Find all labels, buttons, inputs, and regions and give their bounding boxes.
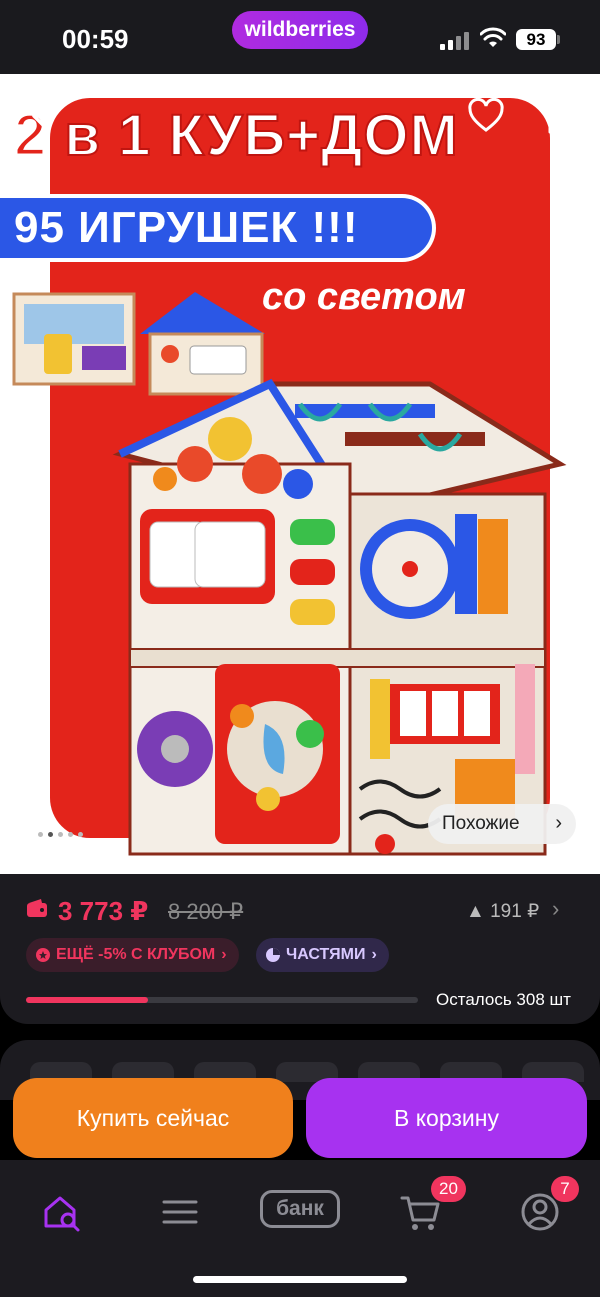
gallery-dot <box>78 832 83 837</box>
status-bar: 00:59 wildberries 93 <box>0 0 600 74</box>
chevron-right-icon: › <box>555 812 562 834</box>
product-image-gallery[interactable]: 2 в 1 КУБ+ДОМ 95 ИГРУШЕК !!! со светом П… <box>0 74 600 874</box>
club-discount-badge[interactable]: ЕЩЁ -5% С КЛУБОМ › <box>26 938 239 972</box>
profile-notification-badge: 7 <box>551 1176 579 1202</box>
battery-icon: 93 <box>516 29 556 50</box>
stock-progress-bar <box>26 997 418 1003</box>
similar-label: Похожие <box>442 813 520 834</box>
club-star-icon <box>36 948 50 962</box>
installments-badge[interactable]: ЧАСТЯМИ › <box>256 938 389 972</box>
heart-icon[interactable] <box>466 96 506 136</box>
gallery-dot <box>68 832 73 837</box>
catalog-menu-icon[interactable] <box>158 1190 202 1234</box>
promo-toys-pill: 95 ИГРУШЕК !!! <box>0 194 436 262</box>
promo-headline-text: в 1 КУБ+ДОМ <box>47 102 459 169</box>
chevron-right-icon: › <box>221 946 227 963</box>
chevron-right-icon[interactable]: › <box>552 896 559 922</box>
gallery-dot-active <box>48 832 53 837</box>
installments-label: ЧАСТЯМИ <box>286 946 366 963</box>
gallery-dot <box>38 832 43 837</box>
cart-count-badge: 20 <box>431 1176 466 1202</box>
status-time: 00:59 <box>62 24 129 54</box>
promo-headline: 2 в 1 КУБ+ДОМ <box>12 102 459 170</box>
small-house-illustration <box>140 292 265 396</box>
chevron-right-icon: › <box>371 946 377 963</box>
price-history-trend[interactable]: ▲ 191 ₽ <box>466 900 539 923</box>
cellular-signal-icon <box>440 30 470 50</box>
stock-progress-fill <box>26 997 148 1003</box>
add-to-cart-button[interactable]: В корзину <box>306 1078 587 1158</box>
home-search-icon[interactable] <box>40 1190 84 1234</box>
buy-now-button[interactable]: Купить сейчас <box>13 1078 293 1158</box>
gallery-dot <box>58 832 63 837</box>
price-card: 3 773 ₽ 8 200 ₽ ▲ 191 ₽ › ЕЩЁ -5% С КЛУБ… <box>0 874 600 1024</box>
stock-remaining-text: Осталось 308 шт <box>436 990 571 1009</box>
price-current: 3 773 ₽ <box>58 896 149 926</box>
battery-tip <box>557 35 560 44</box>
product-house-illustration <box>12 292 567 856</box>
promo-toys-text: 95 ИГРУШЕК !!! <box>14 203 359 252</box>
share-icon[interactable] <box>542 96 582 136</box>
wallet-icon <box>27 899 47 917</box>
home-indicator[interactable] <box>193 1276 407 1283</box>
small-cube-illustration <box>12 292 136 386</box>
pie-chart-icon <box>266 948 280 962</box>
wifi-icon <box>480 27 506 47</box>
back-icon[interactable] <box>22 96 62 136</box>
wildberries-badge[interactable]: wildberries <box>232 11 368 49</box>
club-discount-label: ЕЩЁ -5% С КЛУБОМ <box>56 946 216 963</box>
price-old: 8 200 ₽ <box>168 899 244 924</box>
gallery-dots <box>38 832 83 837</box>
similar-button[interactable]: Похожие › <box>428 804 576 844</box>
main-house-illustration <box>112 378 567 856</box>
bank-tab[interactable]: банк <box>260 1190 340 1228</box>
